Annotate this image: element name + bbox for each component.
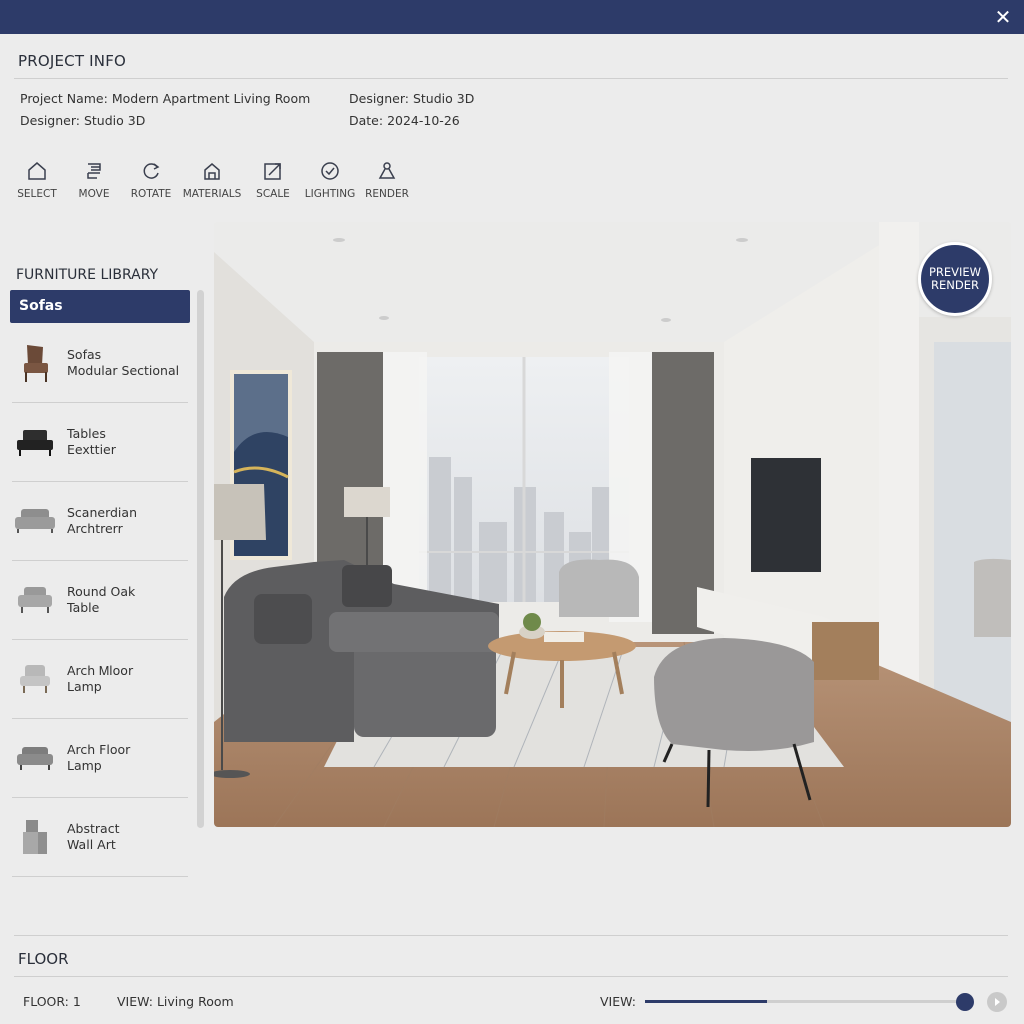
view-slider-fill [645, 1000, 767, 1003]
lighting-tool-button[interactable]: LIGHTING [305, 160, 355, 200]
move-tool-button[interactable]: MOVE [69, 160, 119, 200]
play-icon [995, 998, 1000, 1006]
floor-title: FLOOR [18, 950, 69, 968]
scale-tool-button[interactable]: SCALE [248, 160, 298, 200]
list-item[interactable]: Scanerdian Archtrerr [12, 482, 188, 561]
list-item[interactable]: Sofas Modular Sectional [12, 324, 188, 403]
small-sofa-icon [17, 747, 53, 770]
render-flask-icon [378, 162, 396, 179]
armchair-icon [24, 345, 48, 382]
list-item[interactable]: Abstract Wall Art [12, 798, 188, 877]
designer-field: Designer: Studio 3D [20, 113, 146, 128]
divider [14, 935, 1008, 936]
tool-bar: SELECT MOVE ROTATE MATERIALS SCALE LIGHT… [12, 160, 419, 200]
rotate-tool-button[interactable]: ROTATE [126, 160, 176, 200]
floor-number: FLOOR: 1 [23, 994, 81, 1009]
render-tool-button[interactable]: RENDER [362, 160, 412, 200]
category-dropdown[interactable]: Sofas [10, 290, 190, 323]
render-viewport[interactable] [214, 222, 1011, 827]
furniture-library-title: FURNITURE LIBRARY [16, 267, 159, 283]
home-select-icon [28, 162, 46, 180]
scale-icon [264, 163, 281, 180]
date-field: Date: 2024-10-26 [349, 113, 460, 128]
list-item[interactable]: Arch Ꮇloor Lamp [12, 640, 188, 719]
living-room-render [214, 222, 1011, 827]
list-item[interactable]: Round Oak Table [12, 561, 188, 640]
close-button[interactable]: ✕ [992, 6, 1014, 28]
furniture-list: Sofas Modular Sectional Tables Eexttier Sc… [12, 324, 188, 877]
title-bar: ✕ [0, 0, 1024, 34]
lighting-check-icon [321, 162, 339, 180]
divider [14, 78, 1008, 79]
preview-render-button[interactable]: PREVIEW RENDER [918, 242, 992, 316]
view-slider[interactable] [645, 1000, 965, 1003]
project-name-field: Project Name: Modern Apartment Living Ro… [20, 91, 311, 106]
project-info-title: PROJECT INFO [18, 52, 127, 70]
cube-icon [23, 820, 47, 854]
close-icon: ✕ [994, 5, 1012, 29]
designer-field-right: Designer: Studio 3D [349, 91, 475, 106]
materials-icon [204, 163, 220, 180]
grey-sofa-icon [15, 509, 55, 533]
grey-armchair-icon [18, 587, 52, 613]
view-name: VIEW: Living Room [117, 994, 234, 1009]
black-sofa-icon [17, 430, 53, 456]
view-slider-label: VIEW: [600, 994, 636, 1009]
list-item[interactable]: Tables Eexttier [12, 403, 188, 482]
play-button[interactable] [987, 992, 1007, 1012]
move-icon [87, 163, 101, 179]
divider [14, 976, 1008, 977]
light-armchair-icon [20, 665, 50, 693]
rotate-icon [143, 163, 160, 179]
library-scrollbar[interactable] [197, 290, 204, 828]
materials-tool-button[interactable]: MATERIALS [183, 160, 241, 200]
select-tool-button[interactable]: SELECT [12, 160, 62, 200]
list-item[interactable]: Arch Floor Lamp [12, 719, 188, 798]
view-slider-handle[interactable] [956, 993, 974, 1011]
